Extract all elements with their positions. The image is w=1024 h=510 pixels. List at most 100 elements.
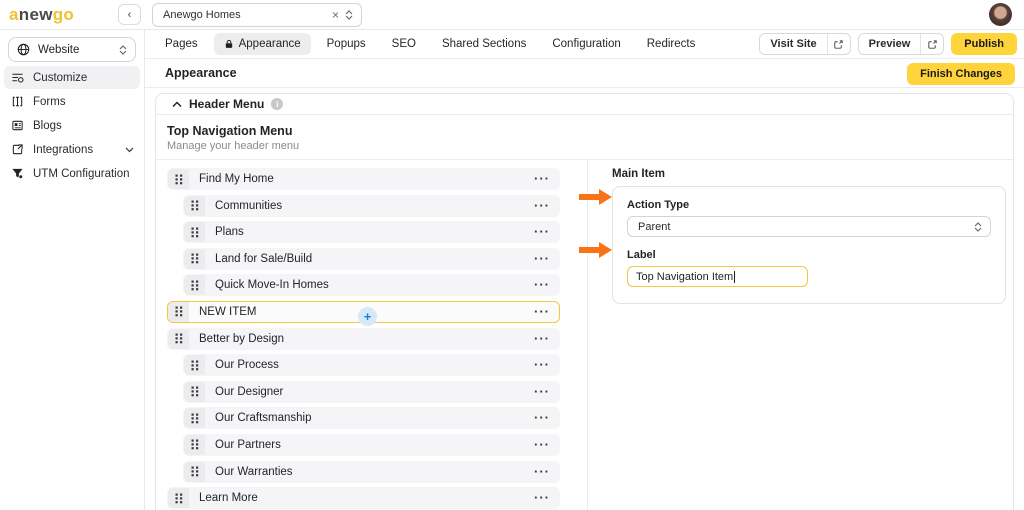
main-item-panel: Main Item Action Type Parent Label (588, 160, 1013, 510)
menu-item-our-craftsmanship[interactable]: Our Craftsmanship ··· (183, 407, 560, 429)
sidebar-item-customize[interactable]: Customize (4, 66, 140, 89)
sidebar-item-forms[interactable]: Forms (4, 90, 140, 113)
card-header[interactable]: Header Menu i (156, 94, 1013, 115)
more-options-button[interactable]: ··· (534, 467, 559, 477)
menu-item-learn-more[interactable]: Learn More ··· (167, 487, 560, 509)
drag-handle-icon[interactable] (184, 408, 205, 428)
open-link-icon[interactable] (827, 34, 850, 54)
menu-item-find-my-home[interactable]: Find My Home ··· (167, 168, 560, 190)
page-title: Appearance (165, 66, 237, 80)
chevron-left-icon: ‹ (128, 9, 132, 21)
more-options-button[interactable]: ··· (534, 334, 559, 344)
sidebar-item-label: Customize (33, 72, 134, 84)
add-menu-item-button[interactable]: + (358, 307, 377, 326)
drag-handle-icon[interactable] (184, 355, 205, 375)
sidebar-item-blogs[interactable]: Blogs (4, 114, 140, 137)
menu-item-our-process[interactable]: Our Process ··· (183, 354, 560, 376)
drag-handle-icon[interactable] (168, 169, 189, 189)
sidebar: Website Customize Forms Blogs (0, 30, 145, 510)
page-header: Appearance Finish Changes (145, 59, 1024, 88)
site-select-value: Anewgo Homes (163, 9, 332, 21)
section-subtitle: Manage your header menu (167, 140, 1002, 152)
header-menu-card: Header Menu i Top Navigation Menu Manage… (155, 93, 1014, 510)
website-select[interactable]: Website (8, 37, 136, 62)
tab-pages[interactable]: Pages (165, 38, 198, 50)
more-options-button[interactable]: ··· (534, 413, 559, 423)
tab-appearance[interactable]: Appearance (214, 33, 311, 55)
sidebar-item-integrations[interactable]: Integrations (4, 138, 140, 161)
more-options-button[interactable]: ··· (534, 280, 559, 290)
text-caret (734, 271, 735, 283)
drag-handle-icon[interactable] (184, 462, 205, 482)
drag-handle-icon[interactable] (184, 435, 205, 455)
tab-shared-sections[interactable]: Shared Sections (442, 38, 526, 50)
drag-handle-icon[interactable] (168, 488, 189, 508)
chevron-updown-icon (974, 222, 982, 232)
publish-button[interactable]: Publish (951, 33, 1017, 55)
drag-handle-icon[interactable] (184, 382, 205, 402)
more-options-button[interactable]: ··· (534, 254, 559, 264)
finish-changes-button[interactable]: Finish Changes (907, 63, 1015, 85)
site-select[interactable]: Anewgo Homes × (152, 3, 362, 27)
more-options-button[interactable]: ··· (534, 493, 559, 503)
lock-icon (224, 39, 234, 49)
utm-filter-icon (10, 167, 24, 180)
menu-item-our-partners[interactable]: Our Partners ··· (183, 434, 560, 456)
main-item-box: Action Type Parent Label Top Navigatio (612, 186, 1006, 304)
preview-button[interactable]: Preview (858, 33, 945, 55)
drag-handle-icon[interactable] (168, 302, 189, 322)
more-options-button[interactable]: ··· (534, 440, 559, 450)
blogs-icon (10, 119, 24, 132)
tab-configuration[interactable]: Configuration (552, 38, 620, 50)
user-avatar[interactable] (989, 3, 1012, 26)
card-title: Header Menu (189, 97, 264, 111)
topbar: anewgo ‹ Anewgo Homes × (0, 0, 1024, 30)
open-link-icon[interactable] (920, 34, 943, 54)
drag-handle-icon[interactable] (184, 249, 205, 269)
sidebar-item-label: Forms (33, 96, 134, 108)
more-options-button[interactable]: ··· (534, 360, 559, 370)
sliders-icon (10, 71, 24, 84)
tab-bar: Pages Appearance Popups SEO Shared Secti… (145, 30, 1024, 59)
integrations-icon (10, 143, 24, 156)
chevron-down-icon (125, 144, 134, 156)
label-input[interactable]: Top Navigation Item (627, 266, 808, 287)
chevron-updown-icon (119, 45, 127, 55)
menu-item-communities[interactable]: Communities ··· (183, 195, 560, 217)
more-options-button[interactable]: ··· (534, 201, 559, 211)
tab-redirects[interactable]: Redirects (647, 38, 696, 50)
action-type-select[interactable]: Parent (627, 216, 991, 237)
menu-item-list: Find My Home ··· Communities ··· Plans ·… (156, 160, 588, 510)
tab-seo[interactable]: SEO (392, 38, 416, 50)
action-type-value: Parent (638, 221, 974, 233)
sidebar-item-label: Integrations (33, 144, 116, 156)
action-type-label: Action Type (627, 199, 991, 211)
drag-handle-icon[interactable] (184, 196, 205, 216)
visit-site-button[interactable]: Visit Site (759, 33, 850, 55)
drag-handle-icon[interactable] (168, 329, 189, 349)
menu-item-better-by-design[interactable]: Better by Design ··· (167, 328, 560, 350)
more-options-button[interactable]: ··· (534, 307, 559, 317)
label-field: Label Top Navigation Item (627, 249, 991, 287)
more-options-button[interactable]: ··· (534, 174, 559, 184)
menu-item-quick-move-in-homes[interactable]: Quick Move-In Homes ··· (183, 274, 560, 296)
annotation-arrow-label (579, 241, 613, 259)
label-label: Label (627, 249, 991, 261)
drag-handle-icon[interactable] (184, 275, 205, 295)
more-options-button[interactable]: ··· (534, 387, 559, 397)
menu-item-plans[interactable]: Plans ··· (183, 221, 560, 243)
clear-icon[interactable]: × (332, 8, 339, 22)
menu-item-our-warranties[interactable]: Our Warranties ··· (183, 461, 560, 483)
menu-item-land-for-sale-build[interactable]: Land for Sale/Build ··· (183, 248, 560, 270)
chevron-updown-icon (345, 10, 353, 20)
chevron-up-icon[interactable] (172, 101, 182, 108)
section-title: Top Navigation Menu (167, 124, 1002, 138)
drag-handle-icon[interactable] (184, 222, 205, 242)
menu-item-our-designer[interactable]: Our Designer ··· (183, 381, 560, 403)
tab-actions: Visit Site Preview Publish (759, 33, 1017, 55)
sidebar-item-utm-configuration[interactable]: UTM Configuration (4, 162, 140, 185)
globe-icon (17, 43, 30, 56)
sidebar-collapse-button[interactable]: ‹ (118, 4, 141, 25)
tab-popups[interactable]: Popups (327, 38, 366, 50)
more-options-button[interactable]: ··· (534, 227, 559, 237)
